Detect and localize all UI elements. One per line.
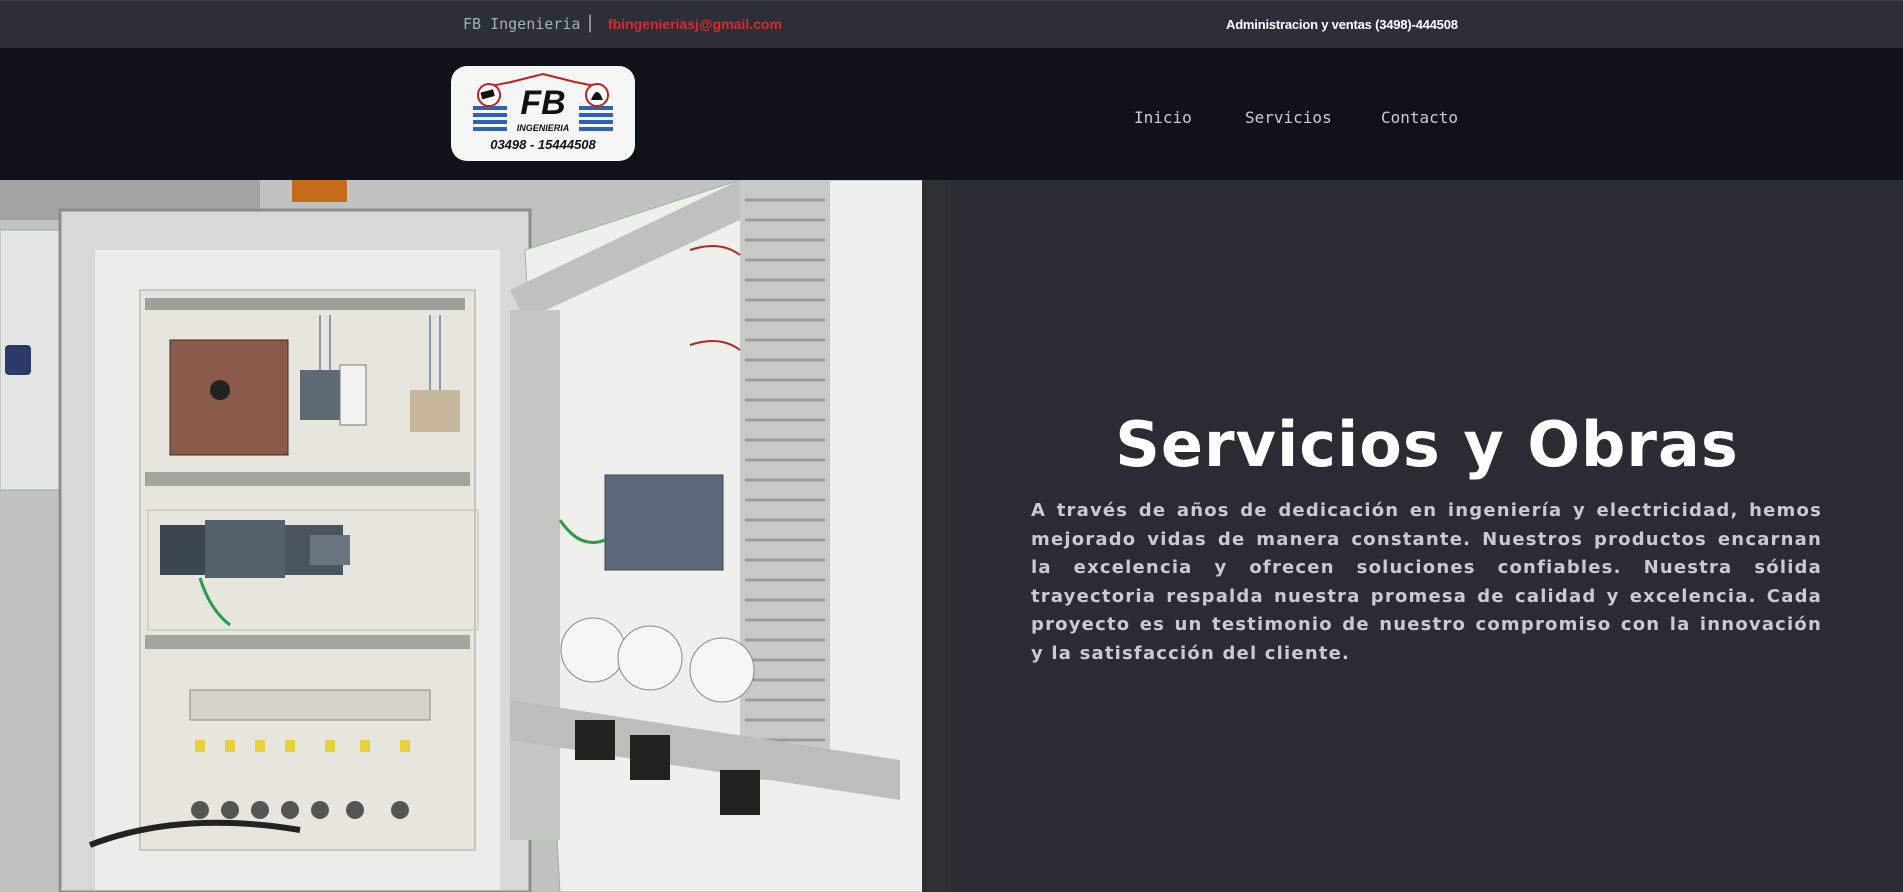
hero-title: Servicios y Obras xyxy=(1115,408,1739,481)
main-navbar xyxy=(0,48,1903,180)
logo-letters: FB xyxy=(520,84,566,122)
logo-phone: 03498 - 15444508 xyxy=(490,137,596,152)
logo-subtitle: INGENIERIA xyxy=(516,123,570,133)
nav-servicios[interactable]: Servicios xyxy=(1245,108,1332,127)
separator: | xyxy=(587,12,594,33)
nav-inicio[interactable]: Inicio xyxy=(1134,108,1192,127)
hero-photo-electrical-panel xyxy=(0,180,951,892)
nav-contacto[interactable]: Contacto xyxy=(1381,108,1458,127)
sales-phone: Administracion y ventas (3498)-444508 xyxy=(1226,17,1458,32)
hero-description: A través de años de dedicación en ingeni… xyxy=(1031,500,1822,664)
top-contact-bar: FB Ingenieria | fbingenieriasj@gmail.com… xyxy=(0,0,1903,48)
company-logo[interactable]: FB INGENIERIA 03498 - 15444508 xyxy=(451,66,635,161)
brand-name: FB Ingenieria xyxy=(463,15,581,33)
email-link[interactable]: fbingenieriasj@gmail.com xyxy=(608,16,782,32)
